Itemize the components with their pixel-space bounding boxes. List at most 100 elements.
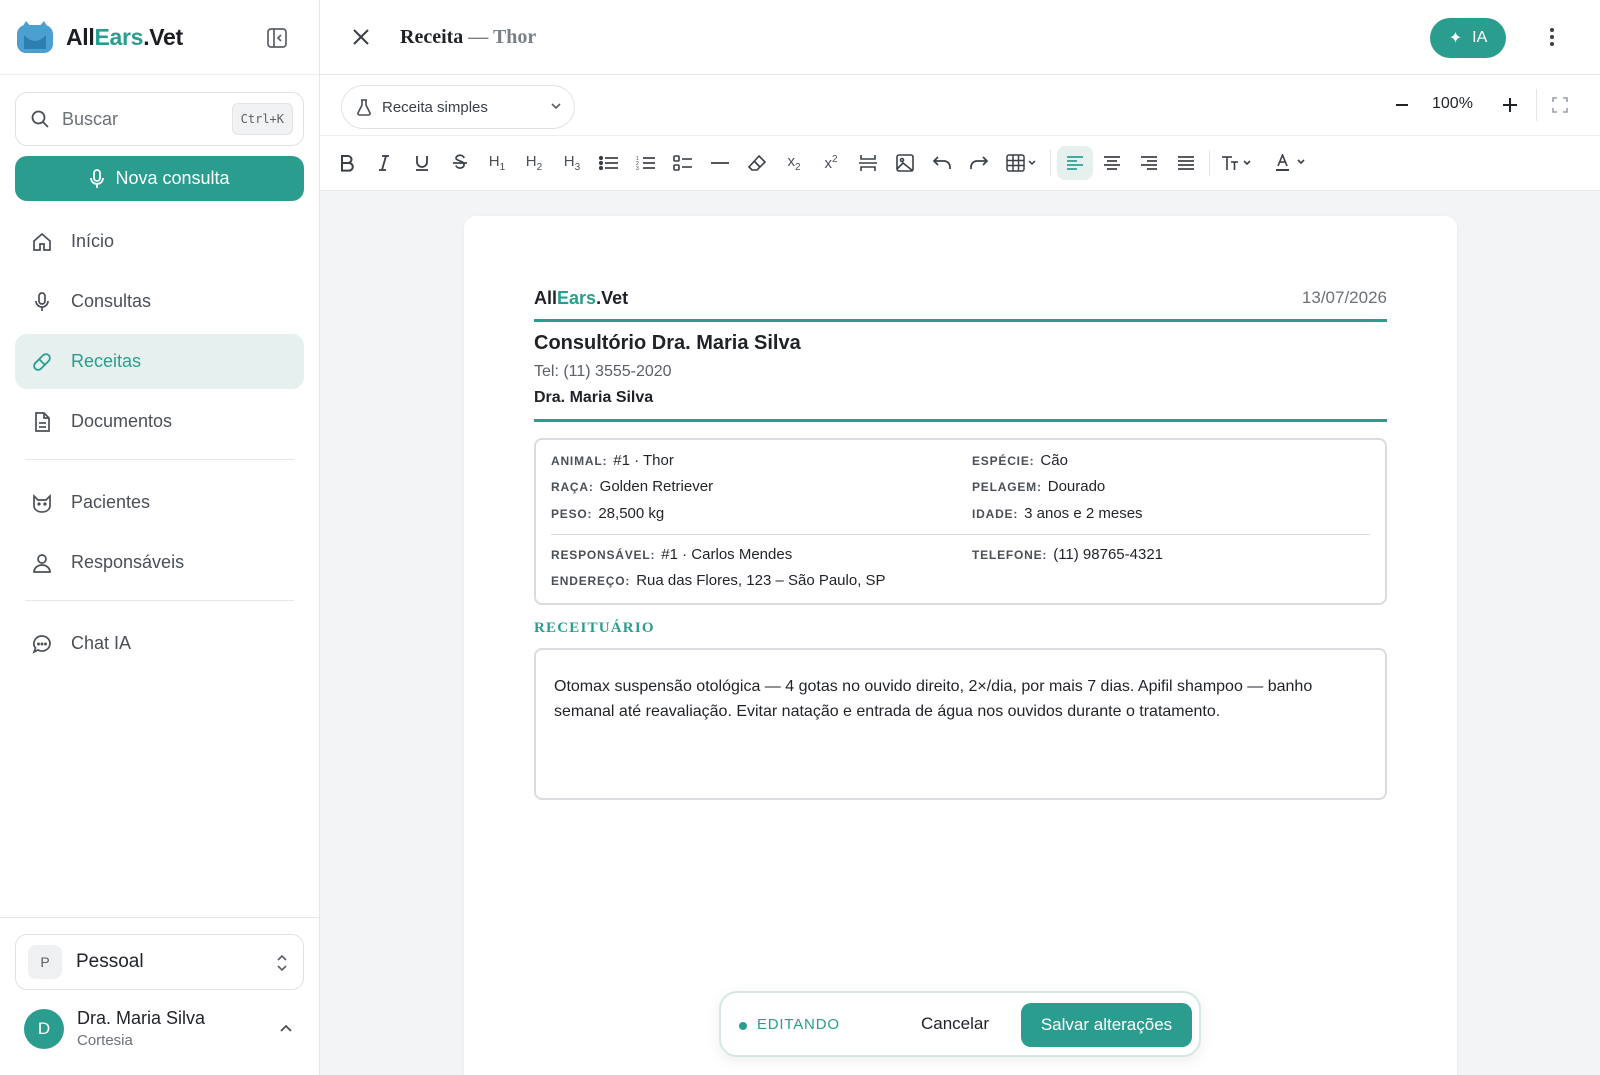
underline-button[interactable] (406, 146, 438, 180)
user-menu[interactable]: D Dra. Maria Silva Cortesia (24, 1008, 304, 1049)
document-page[interactable]: AllEars.Vet 13/07/2026 Consultório Dra. … (464, 216, 1457, 1075)
info-idade: IDADE: 3 anos e 2 meses (972, 505, 1143, 522)
zoom-level: 100% (1432, 95, 1473, 112)
subscript-button[interactable]: x2 (778, 146, 810, 180)
microphone-icon (35, 291, 49, 311)
eraser-icon (747, 154, 767, 171)
toolbar-divider (1050, 150, 1051, 176)
page-title: Receita — Thor (400, 26, 537, 48)
new-consultation-button[interactable]: Nova consulta (15, 156, 304, 201)
sidebar-item-label: Responsáveis (71, 552, 185, 572)
sidebar-collapse-icon (267, 28, 287, 48)
sidebar-item-inicio[interactable]: Início (15, 214, 304, 269)
svg-text:3: 3 (636, 166, 639, 171)
subscript-icon: x2 (787, 153, 801, 173)
heading-1-icon: H1 (488, 153, 506, 173)
insert-image-button[interactable] (889, 146, 921, 180)
align-left-button[interactable] (1057, 146, 1093, 180)
sidebar-item-label: Consultas (71, 291, 152, 311)
table-button[interactable] (1000, 146, 1044, 180)
bold-button[interactable] (331, 146, 363, 180)
fullscreen-icon[interactable] (1550, 95, 1570, 115)
home-icon (33, 232, 51, 251)
italic-button[interactable] (368, 146, 400, 180)
sidebar-item-receitas[interactable]: Receitas (15, 334, 304, 389)
numbered-list-button[interactable]: 123 (630, 146, 662, 180)
horizontal-rule-button[interactable] (704, 146, 736, 180)
sidebar-item-chat-ia[interactable]: Chat IA (15, 616, 304, 671)
prescription-text[interactable]: Otomax suspensão otológica — 4 gotas no … (534, 648, 1387, 800)
align-justify-button[interactable] (1170, 146, 1202, 180)
redo-button[interactable] (963, 146, 995, 180)
new-consultation-label: Nova consulta (115, 168, 230, 188)
clear-format-button[interactable] (741, 146, 773, 180)
toolbar-divider (1209, 150, 1210, 176)
checklist-icon (673, 155, 692, 171)
editor-header: Receita — Thor ✦ IA (320, 0, 1600, 75)
text-color-icon (1276, 154, 1305, 171)
sidebar: AllEars.Vet Buscar Ctrl+K Nova consulta … (0, 0, 320, 1075)
heading-1-button[interactable]: H1 (481, 146, 513, 180)
template-label: Receita simples (382, 98, 488, 116)
save-button[interactable]: Salvar alterações (1021, 1003, 1192, 1047)
chat-icon (32, 634, 51, 654)
document-brand: AllEars.Vet (534, 288, 629, 308)
clinic-phone: Tel: (11) 3555-2020 (534, 363, 672, 380)
toolbar-divider (1536, 89, 1537, 121)
align-center-icon (1104, 156, 1120, 170)
bullet-list-icon (599, 155, 618, 171)
nav-divider (25, 459, 294, 460)
edit-status: EDITANDO (757, 1016, 840, 1033)
header-rule (534, 419, 1387, 422)
search-input[interactable]: Buscar Ctrl+K (15, 92, 304, 146)
template-select[interactable]: Receita simples (341, 85, 575, 129)
heading-3-icon: H3 (563, 153, 581, 173)
prescription-heading: RECEITUÁRIO (534, 620, 655, 636)
zoom-in-icon[interactable] (1500, 95, 1520, 115)
workspace-selector[interactable]: P Pessoal (15, 934, 304, 990)
table-icon (1006, 154, 1036, 172)
sidebar-item-consultas[interactable]: Consultas (15, 274, 304, 329)
zoom-out-icon[interactable] (1392, 95, 1412, 115)
heading-2-button[interactable]: H2 (518, 146, 550, 180)
bold-icon (341, 155, 354, 172)
font-size-button[interactable] (1216, 146, 1260, 180)
align-left-icon (1067, 156, 1083, 170)
brand-name: AllEars.Vet (66, 23, 183, 50)
page-break-button[interactable] (852, 146, 884, 180)
checklist-button[interactable] (667, 146, 699, 180)
align-right-button[interactable] (1133, 146, 1165, 180)
person-icon (33, 553, 51, 573)
text-color-button[interactable] (1270, 146, 1314, 180)
close-icon[interactable] (348, 24, 374, 50)
align-right-icon (1141, 156, 1157, 170)
flask-icon (357, 99, 371, 116)
align-center-button[interactable] (1096, 146, 1128, 180)
ai-button[interactable]: ✦ IA (1430, 18, 1506, 58)
microphone-icon (90, 168, 105, 188)
search-shortcut: Ctrl+K (231, 103, 293, 135)
heading-3-button[interactable]: H3 (556, 146, 588, 180)
sidebar-item-label: Pacientes (71, 492, 151, 512)
cancel-button[interactable]: Cancelar (921, 1014, 989, 1034)
doctor-name: Dra. Maria Silva (534, 389, 654, 406)
sidebar-item-responsaveis[interactable]: Responsáveis (15, 535, 304, 590)
horizontal-rule-icon (711, 162, 729, 164)
page-break-icon (859, 155, 877, 171)
clinic-name: Consultório Dra. Maria Silva (534, 332, 801, 354)
superscript-button[interactable]: x2 (815, 146, 847, 180)
bullet-list-button[interactable] (593, 146, 625, 180)
pill-icon (33, 352, 51, 371)
collapse-sidebar-button[interactable] (263, 24, 291, 52)
strikethrough-icon (453, 154, 467, 169)
info-endereco: ENDEREÇO: Rua das Flores, 123 – São Paulo… (551, 572, 886, 589)
redo-icon (970, 156, 989, 169)
sidebar-item-pacientes[interactable]: Pacientes (15, 475, 304, 530)
sidebar-item-documentos[interactable]: Documentos (15, 394, 304, 449)
status-dot (739, 1022, 747, 1030)
more-options-icon[interactable] (1542, 24, 1562, 50)
search-icon (31, 110, 49, 128)
strikethrough-button[interactable] (444, 146, 476, 180)
document-date: 13/07/2026 (1301, 288, 1387, 307)
undo-button[interactable] (926, 146, 958, 180)
